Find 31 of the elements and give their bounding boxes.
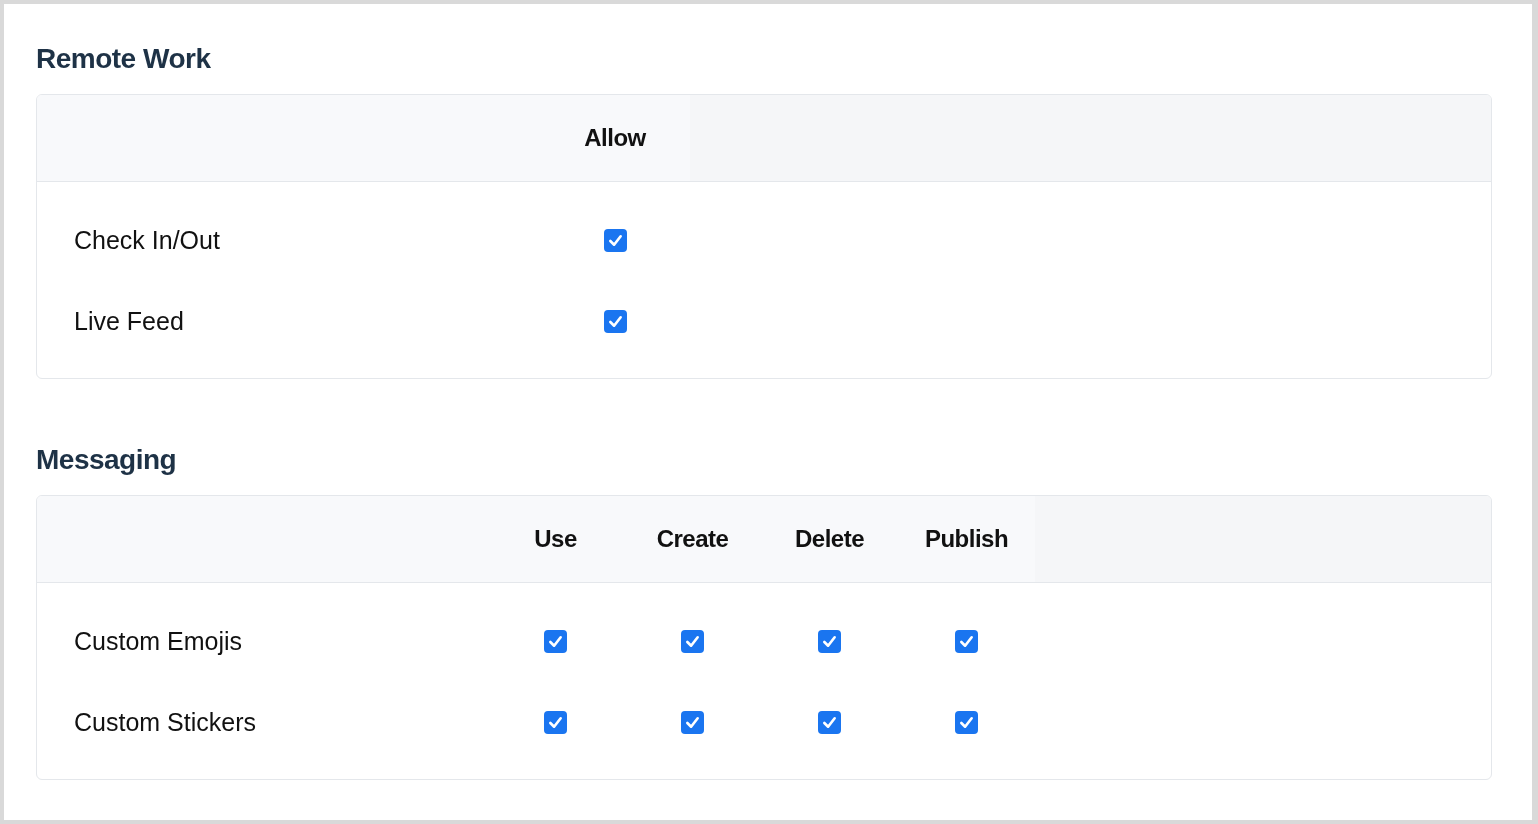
section-title: Remote Work xyxy=(36,42,212,76)
checkbox[interactable] xyxy=(544,711,567,734)
checkmark-icon xyxy=(685,715,700,730)
column-header: Delete xyxy=(761,496,898,583)
checkbox[interactable] xyxy=(681,711,704,734)
row-label: Custom Stickers xyxy=(74,708,256,737)
checkbox[interactable] xyxy=(603,229,627,252)
checkmark-icon xyxy=(959,634,974,649)
checkmark-icon xyxy=(822,715,837,730)
checkmark-icon xyxy=(607,314,623,329)
checkmark-icon xyxy=(548,715,563,730)
checkbox[interactable] xyxy=(818,630,841,653)
section-title: Messaging xyxy=(36,443,178,477)
row-label: Live Feed xyxy=(74,307,184,336)
checkbox[interactable] xyxy=(544,630,567,653)
column-header: Publish xyxy=(898,496,1035,583)
checkmark-icon xyxy=(822,634,837,649)
checkbox[interactable] xyxy=(955,711,978,734)
column-header: Use xyxy=(487,496,624,583)
column-header: Create xyxy=(624,496,761,583)
checkbox[interactable] xyxy=(818,711,841,734)
checkbox[interactable] xyxy=(955,630,978,653)
checkmark-icon xyxy=(685,634,700,649)
checkbox[interactable] xyxy=(681,630,704,653)
row-label: Custom Emojis xyxy=(74,627,243,656)
checkmark-icon xyxy=(959,715,974,730)
checkmark-icon xyxy=(607,233,623,248)
checkmark-icon xyxy=(548,634,563,649)
column-header: Allow xyxy=(540,95,690,182)
row-label: Check In/Out xyxy=(74,226,220,255)
checkbox[interactable] xyxy=(603,310,627,333)
